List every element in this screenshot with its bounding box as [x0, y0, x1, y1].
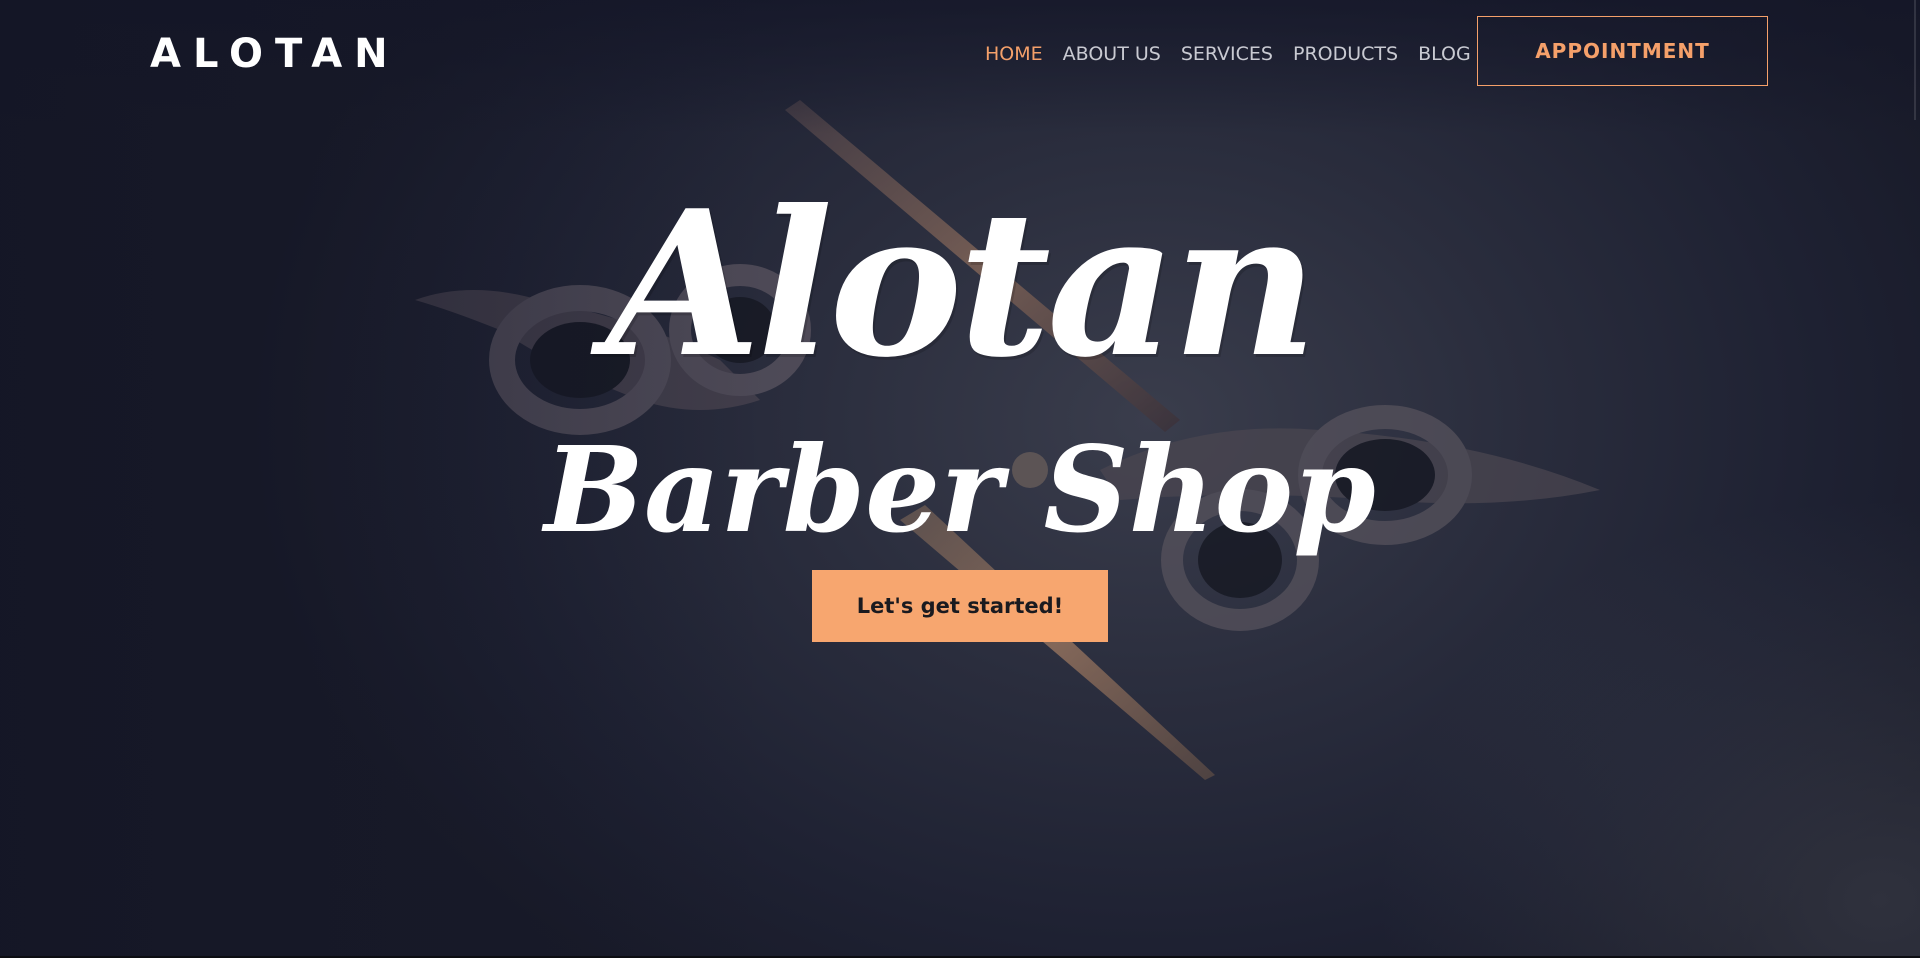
nav-item-services[interactable]: SERVICES: [1181, 40, 1273, 68]
hero-section: ALOTAN HOME ABOUT US SERVICES PRODUCTS B…: [0, 0, 1920, 956]
nav-item-about-us[interactable]: ABOUT US: [1063, 40, 1161, 68]
appointment-button[interactable]: APPOINTMENT: [1477, 16, 1768, 86]
nav-item-products[interactable]: PRODUCTS: [1293, 40, 1398, 68]
site-logo[interactable]: ALOTAN: [150, 30, 400, 78]
nav-item-home[interactable]: HOME: [985, 40, 1043, 68]
hero-subtitle: Barber Shop: [544, 420, 1376, 559]
main-nav: HOME ABOUT US SERVICES PRODUCTS BLOG: [985, 40, 1471, 68]
hero-title: Alotan: [606, 167, 1318, 402]
nav-item-blog[interactable]: BLOG: [1418, 40, 1471, 68]
scrollbar[interactable]: [1914, 0, 1916, 120]
get-started-button[interactable]: Let's get started!: [812, 570, 1108, 642]
